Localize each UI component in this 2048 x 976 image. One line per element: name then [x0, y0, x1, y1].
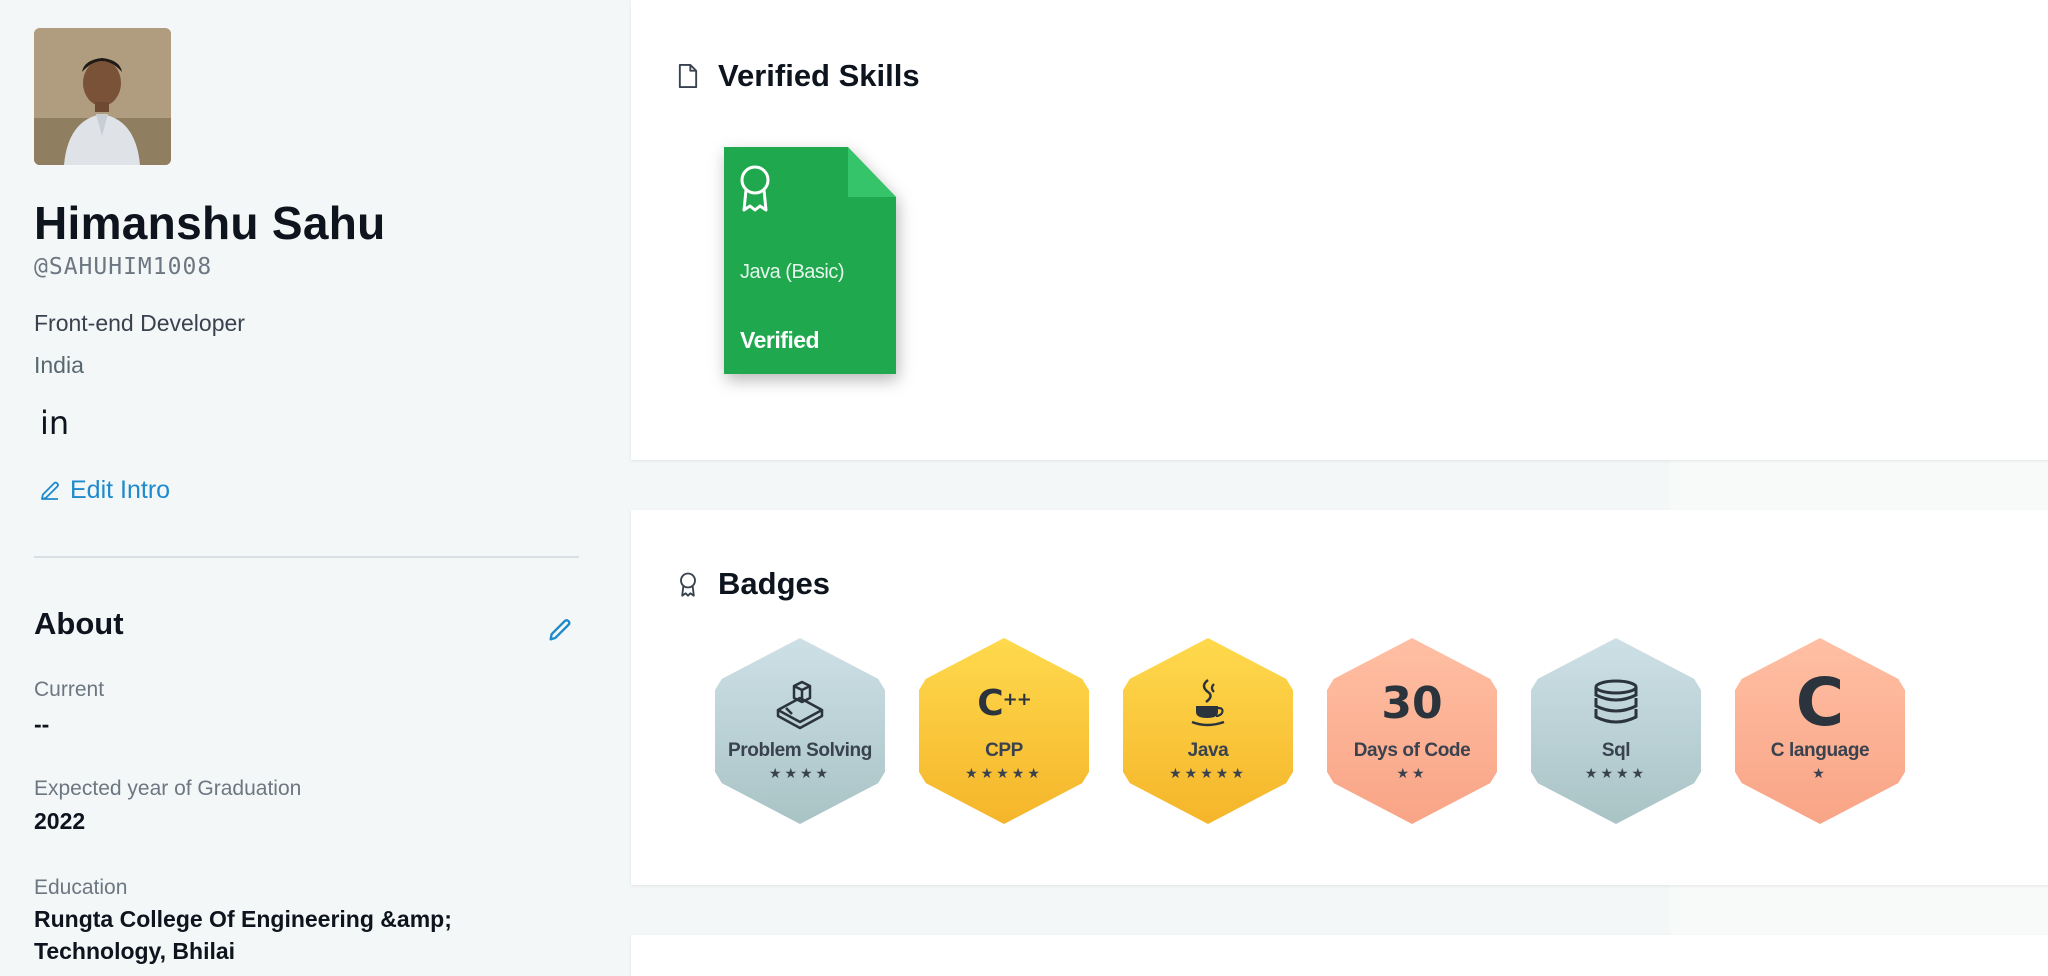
badge-c-language[interactable]: C C language ★ [1735, 638, 1905, 824]
badge-sql[interactable]: Sql ★★★★ [1531, 638, 1701, 824]
badge-name: C language [1770, 740, 1870, 761]
badge-hexagon [1327, 638, 1497, 824]
current-value: -- [34, 711, 50, 737]
current-label: Current [34, 678, 105, 701]
skill-name: Java (Basic) [740, 261, 845, 283]
badge-stars: ★★★★★ [1169, 766, 1247, 782]
number-icon: 30 [1327, 676, 1497, 730]
badge-name: Java [1187, 740, 1229, 761]
badge-hexagon [1531, 638, 1701, 824]
profile-role: Front-end Developer [34, 310, 245, 336]
badges-list: Problem Solving ★★★★ C++ CPP ★★★★★ Java … [715, 638, 1955, 828]
days-number: 30 [1381, 677, 1443, 729]
badge-hexagon [715, 638, 885, 824]
badge-stars: ★ [1812, 766, 1828, 782]
badge-problem-solving[interactable]: Problem Solving ★★★★ [715, 638, 885, 824]
badges-card: Badges Problem Solving ★★★★ C++ CPP ★★★★… [631, 510, 2048, 885]
about-title: About [34, 606, 124, 641]
avatar-photo [34, 28, 171, 165]
graduation-year-label: Expected year of Graduation [34, 777, 302, 800]
pencil-icon [41, 481, 59, 500]
badge-name: Days of Code [1353, 740, 1471, 761]
badge-name: CPP [985, 740, 1023, 761]
skill-certificate-java-basic[interactable]: Java (Basic) Verified [724, 147, 896, 374]
badge-name: Sql [1601, 740, 1631, 761]
avatar[interactable] [34, 28, 171, 165]
edit-about-pencil-icon[interactable] [546, 616, 574, 644]
profile-name: Himanshu Sahu [34, 197, 386, 249]
badge-ribbon-icon [680, 572, 696, 597]
badge-days-of-code[interactable]: 30 Days of Code ★★ [1327, 638, 1497, 824]
skill-status: Verified [740, 327, 820, 353]
profile-country: India [34, 352, 84, 378]
education-label: Education [34, 876, 128, 899]
certificate-fold [847, 147, 896, 197]
document-icon [678, 63, 698, 89]
education-value-line1: Rungta College Of Engineering &amp; [34, 906, 452, 932]
next-section-card [631, 935, 2048, 976]
badges-title: Badges [718, 566, 830, 601]
badge-stars: ★★★★★ [965, 766, 1043, 782]
c-letter: C [1795, 664, 1845, 741]
cpp-icon: C++ [977, 682, 1032, 724]
badge-name: Problem Solving [728, 740, 872, 761]
linkedin-icon[interactable]: in [40, 404, 69, 442]
badge-hexagon [1123, 638, 1293, 824]
java-cup-icon [1123, 676, 1293, 730]
edit-intro-link[interactable]: Edit Intro [38, 476, 170, 505]
graduation-year-value: 2022 [34, 808, 86, 834]
profile-sidebar: Himanshu Sahu @SAHUHIM1008 Front-end Dev… [0, 0, 600, 976]
badge-hexagon [919, 638, 1089, 824]
verified-skills-title: Verified Skills [718, 58, 920, 93]
education-value-line2: Technology, Bhilai [34, 938, 236, 964]
cube-tool-icon [715, 676, 885, 730]
badge-stars: ★★★★ [768, 766, 832, 782]
verified-skills-card: Verified Skills Java (Basic) Verified [631, 0, 2048, 460]
c-letter-icon: C [1735, 664, 1905, 741]
sidebar-divider [34, 556, 579, 558]
database-icon [1531, 676, 1701, 730]
badge-cpp[interactable]: C++ CPP ★★★★★ [919, 638, 1089, 824]
edit-intro-label: Edit Intro [70, 476, 171, 504]
badge-stars: ★★ [1396, 766, 1428, 782]
badge-java[interactable]: Java ★★★★★ [1123, 638, 1293, 824]
verified-skills-header: Verified Skills [674, 58, 920, 94]
badge-stars: ★★★★ [1584, 766, 1648, 782]
profile-handle: @SAHUHIM1008 [34, 254, 213, 280]
award-ribbon-icon [740, 165, 770, 212]
badges-header: Badges [674, 566, 830, 602]
